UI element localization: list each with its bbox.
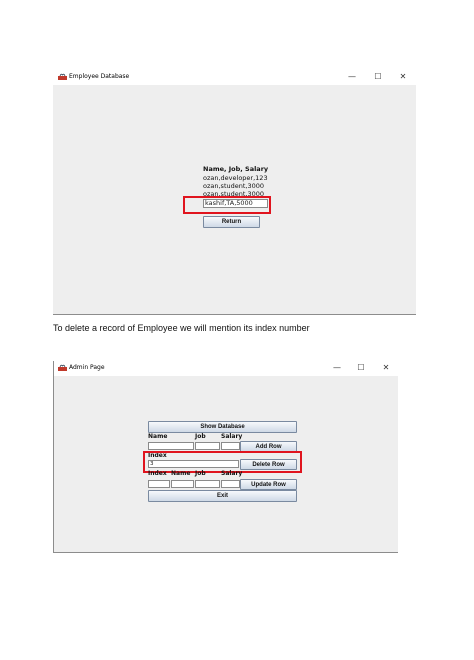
caption-text: To delete a record of Employee we will m…	[53, 323, 310, 333]
exit-button[interactable]: Exit	[148, 490, 297, 502]
maximize-icon[interactable]: ☐	[355, 362, 367, 374]
show-database-button[interactable]: Show Database	[148, 421, 297, 433]
window-title: Admin Page	[69, 364, 105, 371]
columns-header: Name, Job, Salary	[203, 165, 269, 173]
update-row-button[interactable]: Update Row	[240, 479, 297, 490]
update-name-field[interactable]	[171, 480, 194, 488]
salary-label: Salary	[221, 433, 243, 440]
update-job-label: Job	[195, 470, 206, 477]
record-line: ozan,developer,123	[203, 174, 268, 182]
window-title: Employee Database	[69, 73, 130, 80]
update-index-label: Index	[148, 470, 167, 477]
salary-field[interactable]	[221, 442, 240, 450]
java-app-icon	[58, 73, 67, 80]
name-field[interactable]	[148, 442, 194, 450]
return-button[interactable]: Return	[203, 216, 260, 228]
job-label: Job	[195, 433, 206, 440]
update-salary-field[interactable]	[221, 480, 240, 488]
title-bar: Admin Page — ☐ ✕	[53, 361, 398, 376]
name-label: Name	[148, 433, 168, 440]
record-line: ozan,student,3000	[203, 182, 265, 190]
minimize-icon[interactable]: —	[331, 362, 343, 374]
close-icon[interactable]: ✕	[380, 362, 392, 374]
update-index-field[interactable]	[148, 480, 170, 488]
title-bar: Employee Database — ☐ ✕	[53, 70, 416, 85]
java-app-icon	[58, 364, 67, 371]
admin-page-window: Admin Page — ☐ ✕ Show Database Name Job …	[53, 361, 398, 553]
employee-database-window: Employee Database — ☐ ✕ Name, Job, Salar…	[53, 70, 416, 315]
window-left-edge	[53, 361, 54, 553]
window-bottom-edge	[53, 552, 398, 553]
maximize-icon[interactable]: ☐	[372, 71, 384, 83]
window-bottom-edge	[53, 314, 416, 315]
update-job-field[interactable]	[195, 480, 220, 488]
minimize-icon[interactable]: —	[346, 71, 358, 83]
highlight-box	[183, 196, 271, 214]
job-field[interactable]	[195, 442, 220, 450]
update-salary-label: Salary	[221, 470, 243, 477]
update-name-label: Name	[171, 470, 191, 477]
close-icon[interactable]: ✕	[397, 71, 409, 83]
